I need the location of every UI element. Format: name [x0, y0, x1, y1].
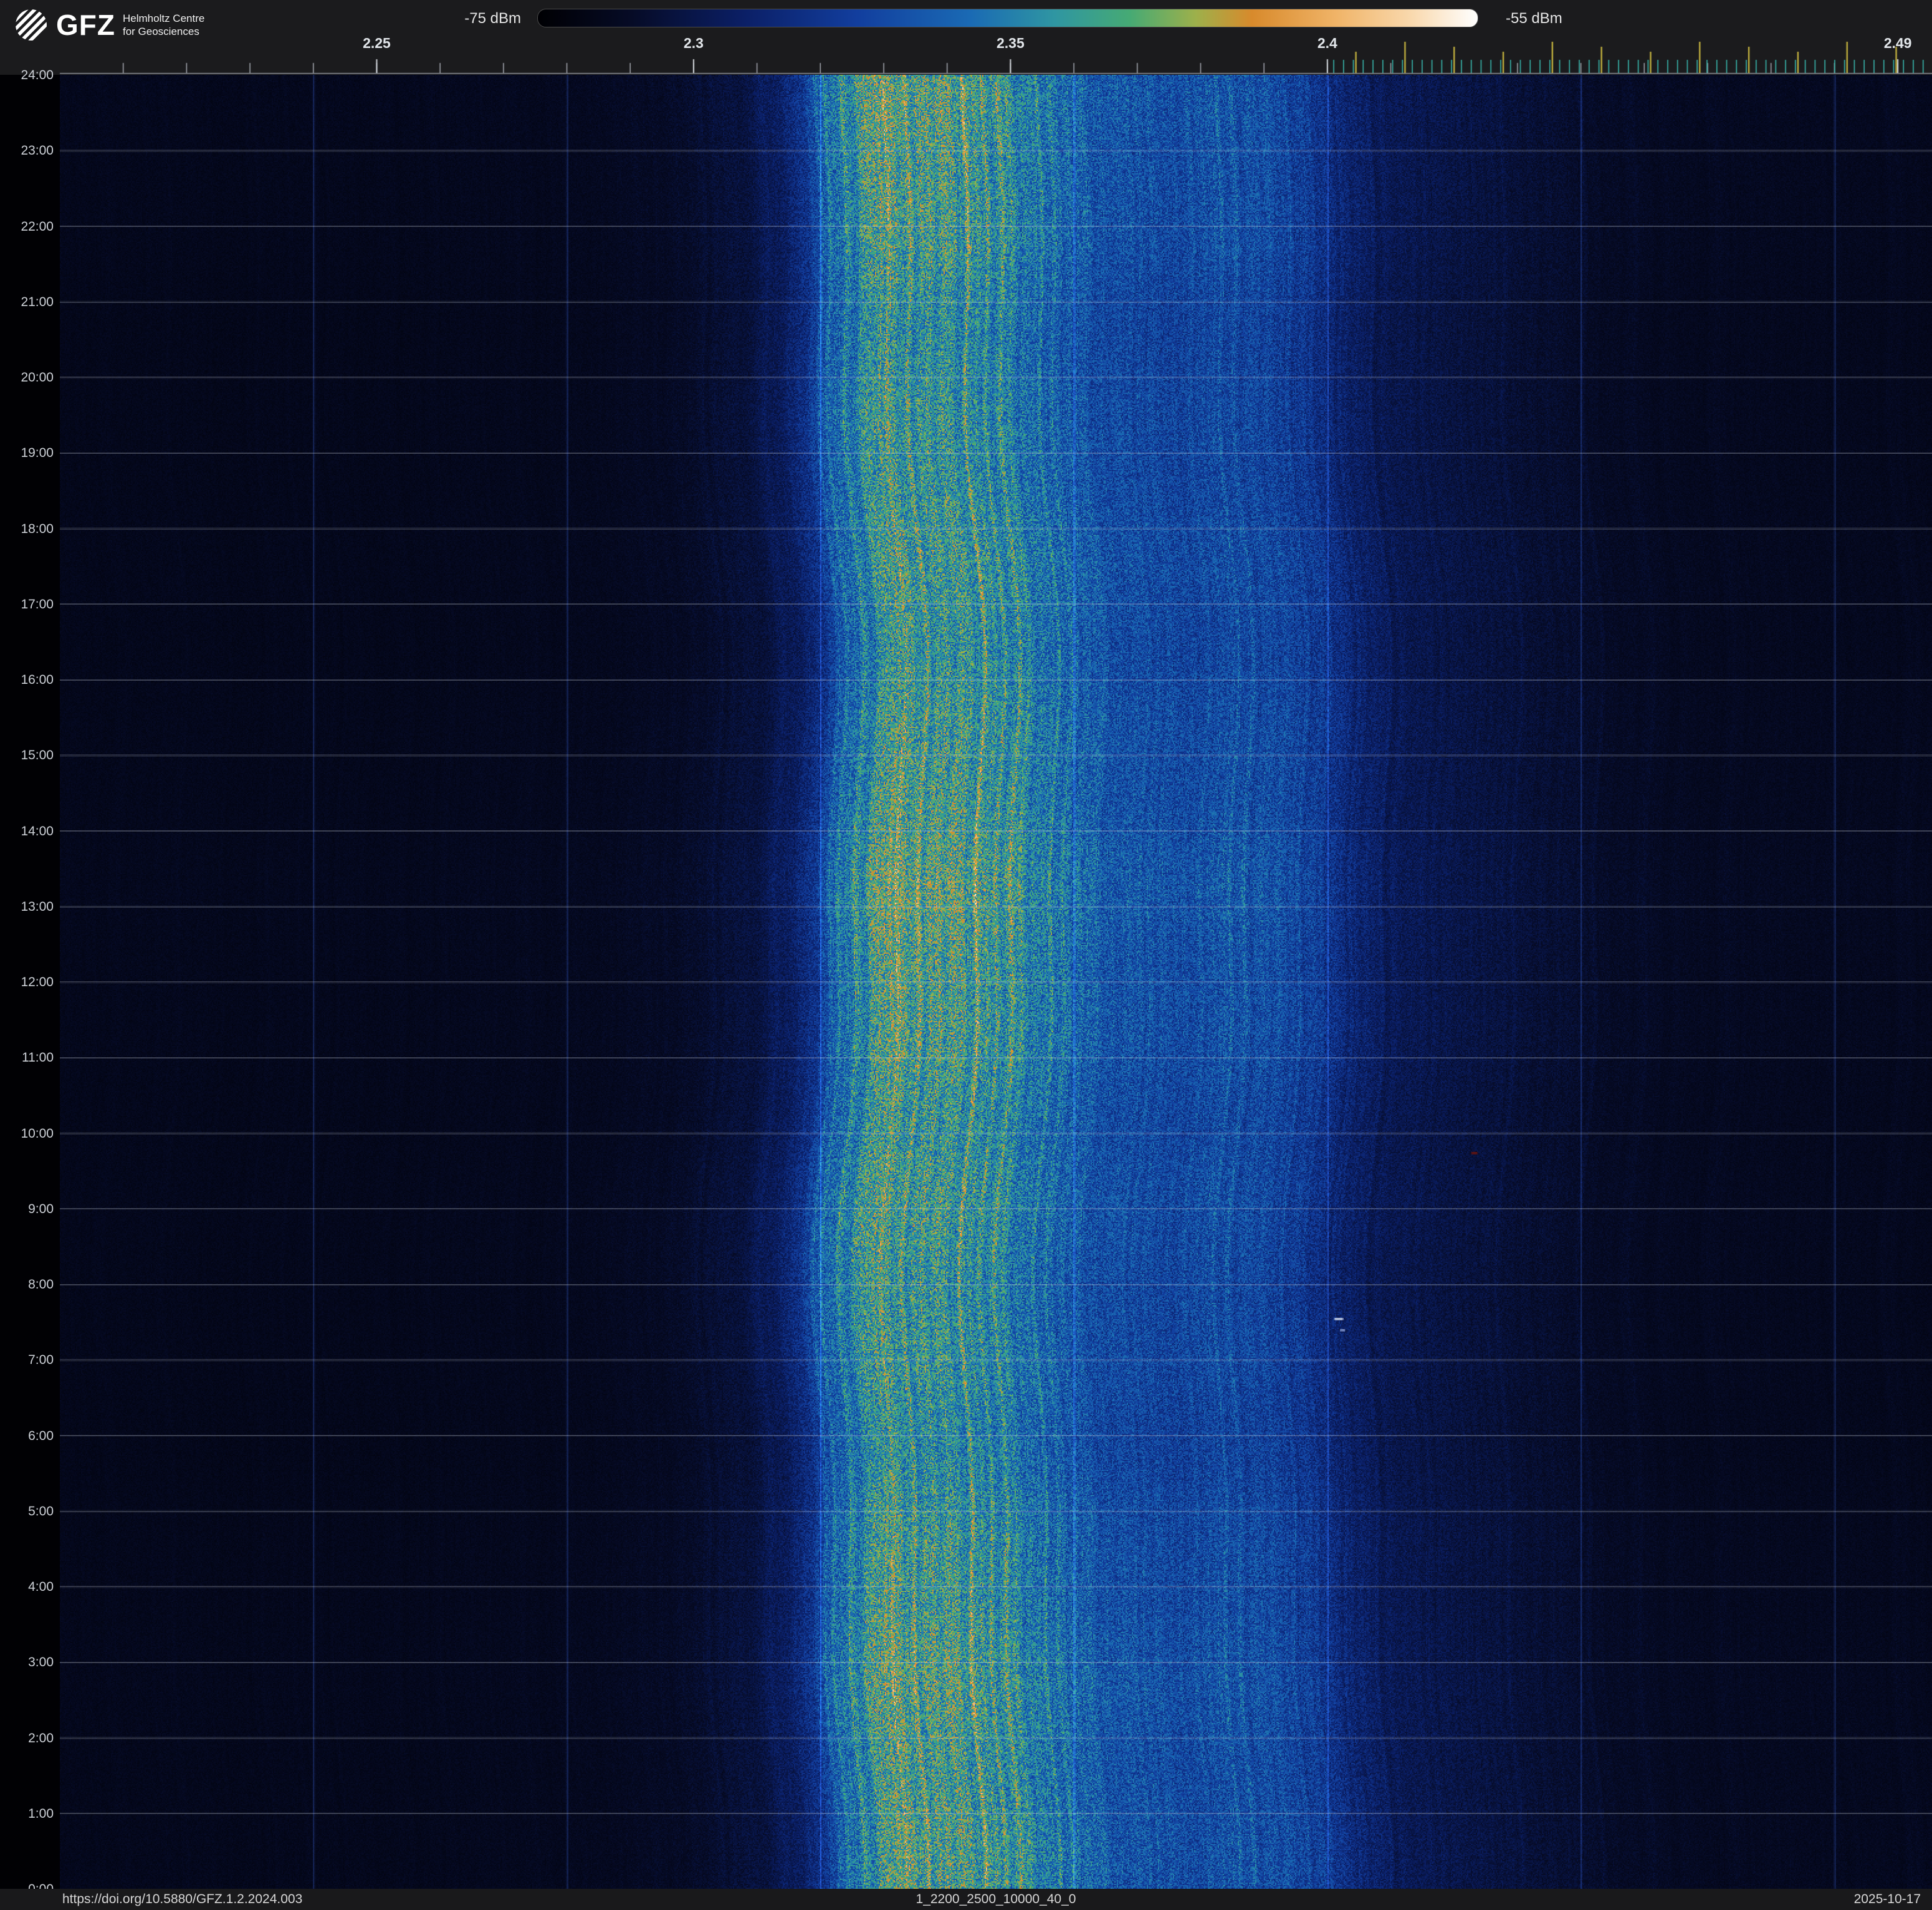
freq-axis-label: 2.35 — [996, 35, 1025, 51]
time-axis-label: 4:00 — [28, 1580, 54, 1594]
date-label: 2025-10-17 — [1853, 1892, 1921, 1906]
time-axis-label: 3:00 — [28, 1655, 54, 1670]
time-axis-label: 12:00 — [21, 975, 54, 989]
time-axis-label: 13:00 — [21, 899, 54, 914]
footer-bar: https://doi.org/10.5880/GFZ.1.2.2024.003… — [0, 1889, 1932, 1910]
time-axis-label: 7:00 — [28, 1353, 54, 1368]
time-axis-label: 23:00 — [21, 143, 54, 158]
freq-axis-label: 2.3 — [683, 35, 704, 51]
time-axis-label: 20:00 — [21, 370, 54, 385]
time-axis-label: 10:00 — [21, 1126, 54, 1141]
freq-axis-label: 2.25 — [363, 35, 391, 51]
time-axis-label: 2:00 — [28, 1730, 54, 1745]
time-axis-label: 1:00 — [28, 1806, 54, 1821]
time-axis-label: 8:00 — [28, 1277, 54, 1292]
time-axis-label: 16:00 — [21, 673, 54, 687]
time-axis-label: 19:00 — [21, 446, 54, 461]
doi-link[interactable]: https://doi.org/10.5880/GFZ.1.2.2024.003 — [62, 1892, 302, 1907]
time-axis-label: 17:00 — [21, 597, 54, 612]
time-axis-label: 5:00 — [28, 1504, 54, 1519]
spectrogram-canvas — [60, 75, 1932, 1889]
frequency-axis-canvas — [0, 0, 1932, 75]
dataset-id: 1_2200_2500_10000_40_0 — [916, 1892, 1076, 1906]
time-axis-label: 22:00 — [21, 219, 54, 234]
time-axis-label: 18:00 — [21, 521, 54, 536]
time-axis-label: 9:00 — [28, 1201, 54, 1216]
time-axis-label: 21:00 — [21, 294, 54, 309]
time-axis-label: 6:00 — [28, 1428, 54, 1443]
freq-axis-label: 2.49 — [1883, 35, 1912, 51]
time-axis-label: 11:00 — [22, 1050, 54, 1065]
freq-axis-label: 2.4 — [1317, 35, 1337, 51]
time-axis-label: 15:00 — [21, 748, 54, 763]
time-axis-label: 24:00 — [21, 68, 54, 82]
spectrogram-viewer: GFZ Helmholtz Centre for Geosciences -75… — [0, 0, 1932, 1910]
time-axis-label: 14:00 — [21, 823, 54, 838]
